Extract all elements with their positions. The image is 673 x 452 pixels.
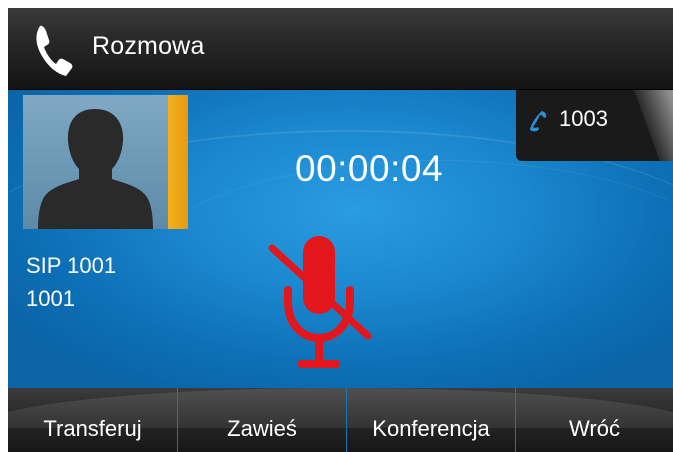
transfer-button-label: Transferuj: [43, 416, 142, 441]
hold-button-label: Zawieś: [227, 416, 297, 441]
hold-button[interactable]: Zawieś: [178, 388, 346, 452]
caller-number: 1001: [26, 286, 75, 311]
call-duration: 00:00:04: [295, 148, 444, 189]
softkey-bar: Transferuj Zawieś Konferencja Wróć: [8, 388, 673, 452]
phone-screen: Rozmowa SIP 1001 1001 00:00:04 1003 Tran…: [8, 8, 673, 452]
title-bar: Rozmowa: [8, 8, 673, 90]
handset-icon: [36, 25, 73, 76]
back-button[interactable]: Wróć: [516, 388, 673, 452]
back-button-label: Wróć: [569, 416, 620, 441]
caller-name: SIP 1001: [26, 253, 117, 278]
line-number: 1003: [559, 106, 608, 131]
page-title: Rozmowa: [92, 32, 205, 60]
avatar: [23, 95, 168, 229]
phone-icon: [530, 111, 547, 132]
call-screen: SIP 1001 1001 00:00:04 1003: [8, 90, 673, 388]
line-indicator[interactable]: 1003: [516, 90, 673, 161]
microphone-muted-icon: [268, 236, 372, 368]
conference-button[interactable]: Konferencja: [347, 388, 515, 452]
transfer-button[interactable]: Transferuj: [8, 388, 177, 452]
person-icon: [38, 109, 153, 229]
contact-tab: [168, 95, 188, 229]
conference-button-label: Konferencja: [372, 416, 490, 441]
